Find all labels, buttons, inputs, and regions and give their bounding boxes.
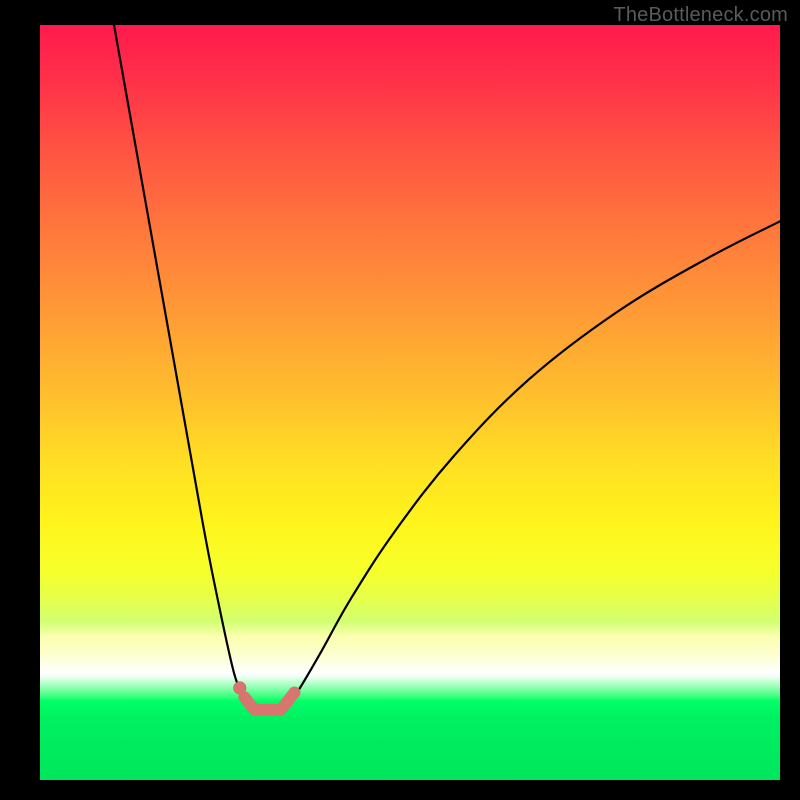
plot-area <box>40 25 780 780</box>
marker-capsule <box>283 692 295 707</box>
bottleneck-curve <box>114 25 780 713</box>
curve-path <box>114 25 780 713</box>
chart-svg <box>40 25 780 780</box>
chart-frame: TheBottleneck.com <box>0 0 800 800</box>
watermark-text: TheBottleneck.com <box>613 4 788 27</box>
trough-markers <box>234 682 295 710</box>
